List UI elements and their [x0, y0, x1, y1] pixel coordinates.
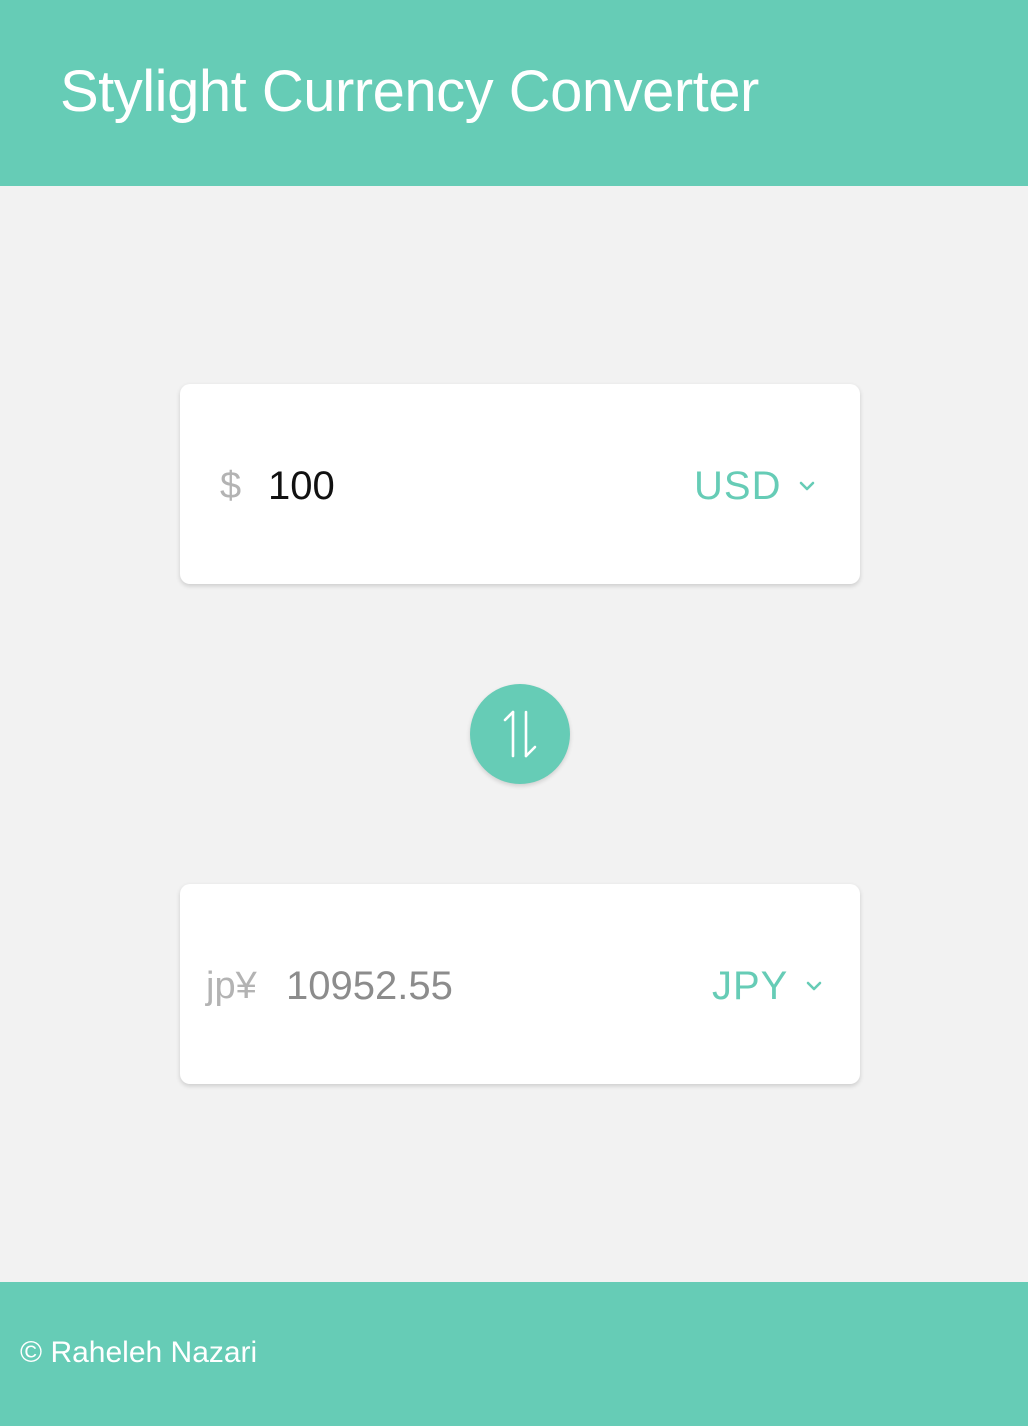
swap-vertical-arrows-icon	[503, 710, 537, 758]
to-currency-select[interactable]: JPY	[712, 962, 822, 1010]
from-currency-code: USD	[694, 463, 782, 508]
app-footer: © Raheleh Nazari	[0, 1282, 1028, 1426]
app-header: Stylight Currency Converter	[0, 0, 1028, 186]
from-currency-card: $ USD	[180, 384, 860, 584]
to-currency-card: jp¥ JPY	[180, 884, 860, 1084]
swap-currencies-button[interactable]	[470, 684, 570, 784]
from-currency-symbol: $	[220, 465, 242, 507]
to-currency-symbol: jp¥	[206, 965, 257, 1007]
chevron-down-icon	[807, 981, 822, 991]
to-amount-output[interactable]	[286, 962, 586, 1010]
to-currency-code: JPY	[712, 963, 789, 1008]
chevron-down-icon	[800, 481, 815, 491]
from-amount-input[interactable]	[268, 462, 568, 510]
app-title: Stylight Currency Converter	[60, 59, 759, 124]
from-currency-select[interactable]: USD	[694, 462, 815, 510]
copyright-text: © Raheleh Nazari	[20, 1336, 258, 1369]
